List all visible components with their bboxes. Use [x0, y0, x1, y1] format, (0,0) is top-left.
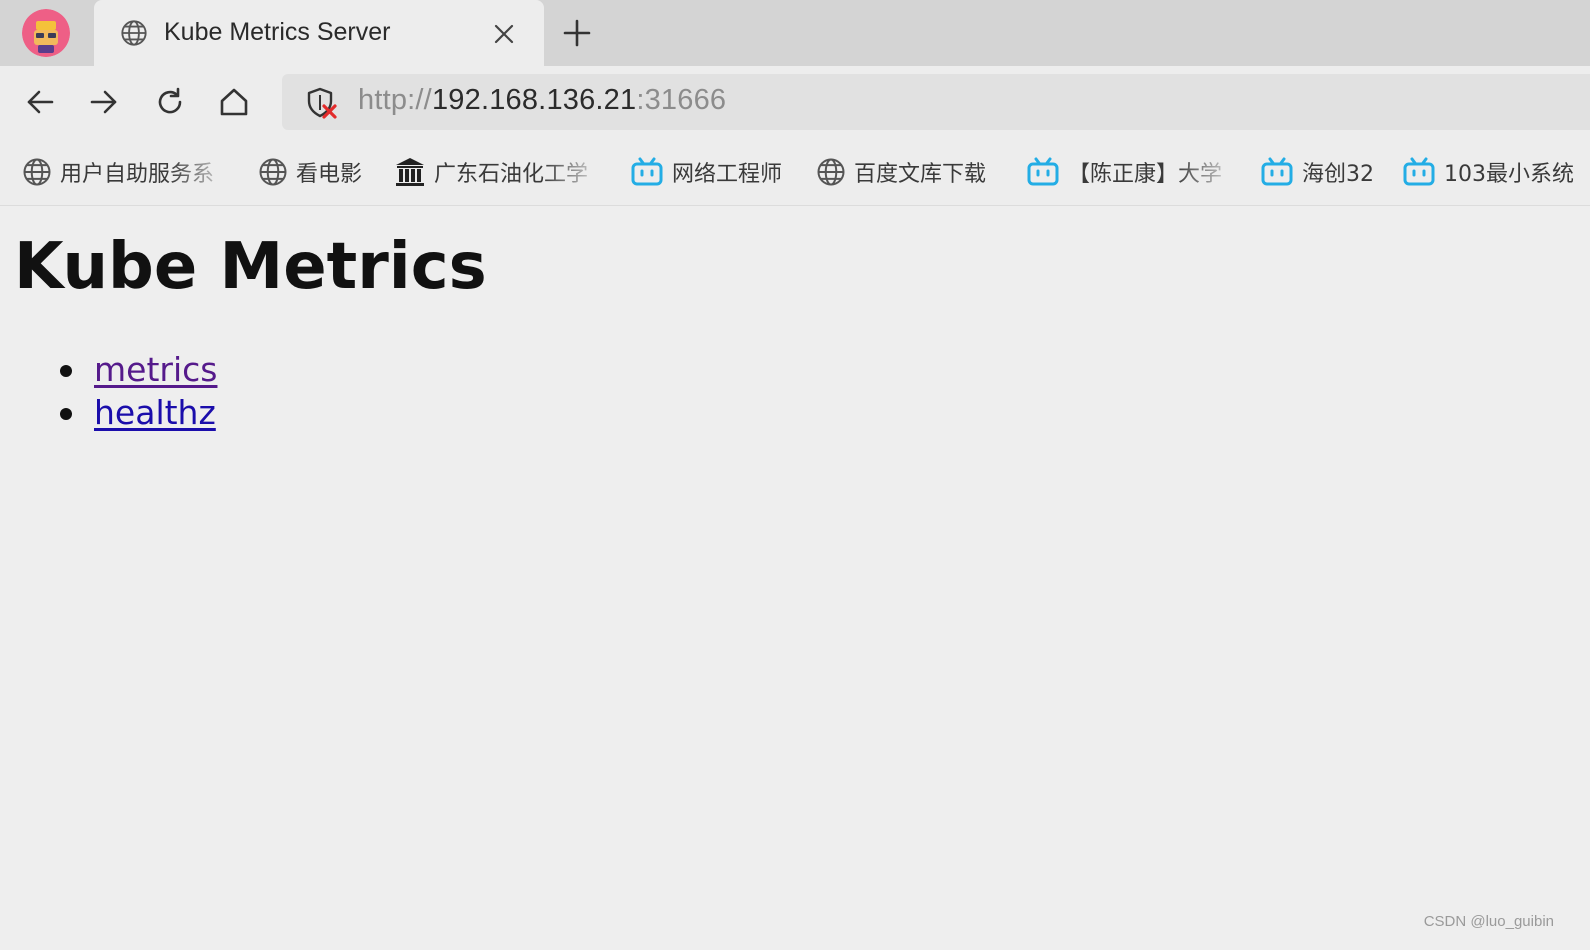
reload-icon[interactable] — [154, 86, 186, 118]
bookmark-label: 【陈正康】大学 — [1068, 162, 1223, 187]
url-scheme: http:// — [358, 84, 432, 116]
address-bar[interactable]: http://192.168.136.21:31666 — [282, 74, 1590, 130]
page-title: Kube Metrics — [14, 230, 487, 304]
tab-strip: Kube Metrics Server — [0, 0, 1590, 66]
url-text[interactable]: http://192.168.136.21:31666 — [358, 84, 726, 117]
forward-arrow-icon[interactable] — [88, 86, 120, 118]
bilibili-icon — [1027, 157, 1059, 186]
bookmark-label: 百度文库下载 — [854, 162, 987, 187]
metrics-link[interactable]: metrics — [94, 350, 217, 389]
tab-active[interactable]: Kube Metrics Server — [94, 0, 544, 66]
bilibili-icon — [1403, 157, 1435, 186]
globe-icon — [259, 158, 287, 186]
bookmark-item[interactable]: 103最小系统 — [1402, 154, 1590, 190]
bookmarks-bar: 用户自助服务系 看电影 广东石油化工学 网络工程师 百度文库下载 【陈正康】大学… — [0, 138, 1590, 206]
bookmark-label: 用户自助服务系 — [60, 162, 215, 187]
healthz-link[interactable]: healthz — [94, 393, 216, 432]
bookmark-item[interactable]: 用户自助服务系 — [22, 154, 234, 190]
tab-title: Kube Metrics Server — [164, 18, 391, 46]
back-arrow-icon[interactable] — [24, 86, 56, 118]
watermark: CSDN @luo_guibin — [1423, 913, 1554, 930]
bookmark-label: 103最小系统 — [1444, 162, 1574, 187]
bilibili-icon — [1261, 157, 1293, 186]
bullet — [60, 408, 72, 420]
globe-icon — [817, 158, 845, 186]
university-icon — [396, 158, 424, 186]
bookmark-item[interactable]: 广东石油化工学 — [394, 154, 606, 190]
bookmark-label: 广东石油化工学 — [434, 162, 589, 187]
close-icon[interactable] — [492, 22, 516, 46]
new-tab-plus-icon[interactable] — [562, 18, 592, 48]
navigation-bar: http://192.168.136.21:31666 — [0, 66, 1590, 138]
bookmark-item[interactable]: 海创32 — [1260, 154, 1386, 190]
url-port: :31666 — [636, 84, 727, 116]
shield-warning-icon[interactable] — [304, 86, 338, 120]
bookmark-label: 看电影 — [296, 162, 363, 187]
bilibili-icon — [631, 157, 663, 186]
globe-icon — [23, 158, 51, 186]
bookmark-item[interactable]: 网络工程师 — [630, 154, 800, 190]
bookmark-item[interactable]: 【陈正康】大学 — [1026, 154, 1240, 190]
home-icon[interactable] — [218, 86, 250, 118]
bullet — [60, 365, 72, 377]
bookmark-label: 海创32 — [1302, 162, 1374, 187]
bookmark-item[interactable]: 百度文库下载 — [816, 154, 1012, 190]
profile-avatar[interactable] — [22, 9, 70, 57]
bookmark-item[interactable]: 看电影 — [258, 154, 376, 190]
bookmark-label: 网络工程师 — [672, 162, 783, 187]
url-host: 192.168.136.21 — [431, 84, 637, 116]
globe-icon — [121, 20, 147, 46]
page-content: Kube Metrics metrics healthz — [0, 206, 1590, 950]
